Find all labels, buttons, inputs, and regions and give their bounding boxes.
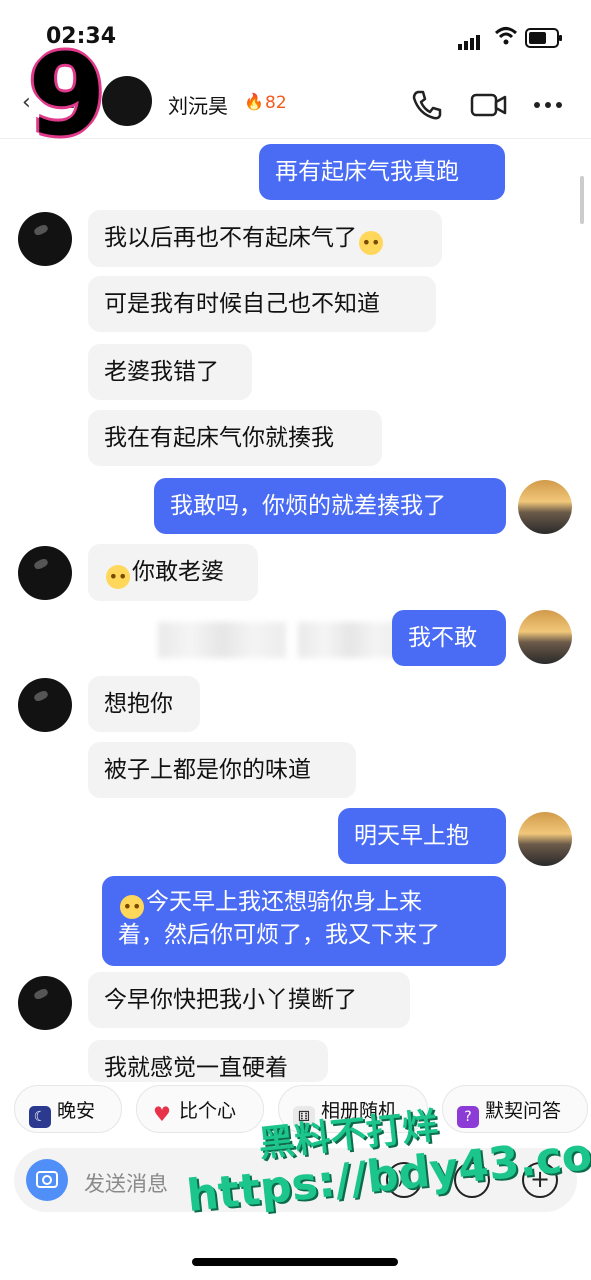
message-text: 被子上都是你的味道	[104, 757, 311, 783]
camera-icon[interactable]	[26, 1159, 68, 1201]
phone-icon[interactable]	[410, 88, 444, 122]
contact-avatar[interactable]	[18, 546, 72, 600]
contact-avatar[interactable]	[102, 76, 152, 126]
blurred-content	[158, 622, 286, 658]
message-input[interactable]: 发送消息	[84, 1168, 168, 1198]
message-text: 我敢吗，你烦的就差揍我了	[170, 493, 446, 519]
message-bubble-received[interactable]: 老婆我错了	[88, 344, 252, 400]
quick-action-label: 默契问答	[485, 1100, 562, 1122]
message-text: 老婆我错了	[104, 359, 219, 385]
message-bubble-sent[interactable]: 再有起床气我真跑	[259, 144, 505, 200]
pleading-face-emoji-icon: ••	[106, 565, 130, 589]
wifi-icon	[494, 27, 518, 45]
quick-action-label: 晚安	[57, 1100, 96, 1122]
quick-action-label: 比个心	[179, 1100, 237, 1122]
my-avatar[interactable]	[518, 480, 572, 534]
quick-action-heart[interactable]: ♥ 比个心	[136, 1085, 264, 1133]
message-bubble-sent[interactable]: 我敢吗，你烦的就差揍我了	[154, 478, 506, 534]
scrollbar[interactable]	[580, 176, 584, 224]
message-bubble-received[interactable]: 我就感觉一直硬着	[88, 1040, 328, 1082]
message-text: 我以后再也不有起床气了	[104, 225, 357, 251]
fire-icon: 🔥	[244, 92, 264, 111]
message-bubble-received[interactable]: 我在有起床气你就揍我	[88, 410, 382, 466]
pleading-face-emoji-icon: ••	[359, 231, 383, 255]
message-text: 我在有起床气你就揍我	[104, 425, 334, 451]
moon-icon: ☾	[29, 1106, 51, 1128]
blurred-content	[298, 622, 402, 658]
message-bubble-received[interactable]: 可是我有时候自己也不知道	[88, 276, 436, 332]
message-bubble-sent[interactable]: •• 今天早上我还想骑你身上来 着，然后你可烦了，我又下来了	[102, 876, 506, 966]
more-icon[interactable]	[532, 88, 566, 122]
message-text: 明天早上抱	[354, 823, 469, 849]
battery-icon	[525, 28, 562, 48]
fire-count: 82	[265, 93, 287, 113]
message-bubble-received[interactable]: 想抱你	[88, 676, 200, 732]
question-icon: ?	[457, 1106, 479, 1128]
contact-avatar[interactable]	[18, 976, 72, 1030]
quick-action-quiz[interactable]: ? 默契问答	[442, 1085, 588, 1133]
video-call-icon[interactable]	[470, 88, 508, 122]
message-text: 你敢老婆	[132, 559, 224, 585]
grinning-face-emoji-icon: ••	[120, 895, 144, 919]
contact-avatar[interactable]	[18, 678, 72, 732]
contact-name[interactable]: 刘沅昊	[168, 90, 228, 119]
message-text: 今早你快把我小丫摸断了	[104, 987, 357, 1013]
my-avatar[interactable]	[518, 610, 572, 664]
message-text: 我不敢	[408, 625, 477, 651]
message-bubble-received[interactable]: 被子上都是你的味道	[88, 742, 356, 798]
my-avatar[interactable]	[518, 812, 572, 866]
message-text: 今天早上我还想骑你身上来	[146, 889, 422, 915]
quick-action-goodnight[interactable]: ☾ 晚安	[14, 1085, 122, 1133]
message-text: 我就感觉一直硬着	[104, 1055, 288, 1081]
message-text: 再有起床气我真跑	[275, 159, 459, 185]
message-text: 着，然后你可烦了，我又下来了	[118, 922, 440, 948]
home-indicator[interactable]	[192, 1258, 398, 1266]
overlay-number: 9	[28, 31, 106, 161]
contact-avatar[interactable]	[18, 212, 72, 266]
message-bubble-received[interactable]: 我以后再也不有起床气了 ••	[88, 210, 442, 267]
message-bubble-sent[interactable]: 我不敢	[392, 610, 506, 666]
message-bubble-sent[interactable]: 明天早上抱	[338, 808, 506, 864]
message-bubble-received[interactable]: •• 你敢老婆	[88, 544, 258, 601]
message-text: 想抱你	[104, 691, 173, 717]
heart-icon: ♥	[153, 1102, 171, 1126]
message-bubble-received[interactable]: 今早你快把我小丫摸断了	[88, 972, 410, 1028]
cellular-signal-icon	[458, 31, 482, 50]
message-text: 可是我有时候自己也不知道	[104, 291, 380, 317]
